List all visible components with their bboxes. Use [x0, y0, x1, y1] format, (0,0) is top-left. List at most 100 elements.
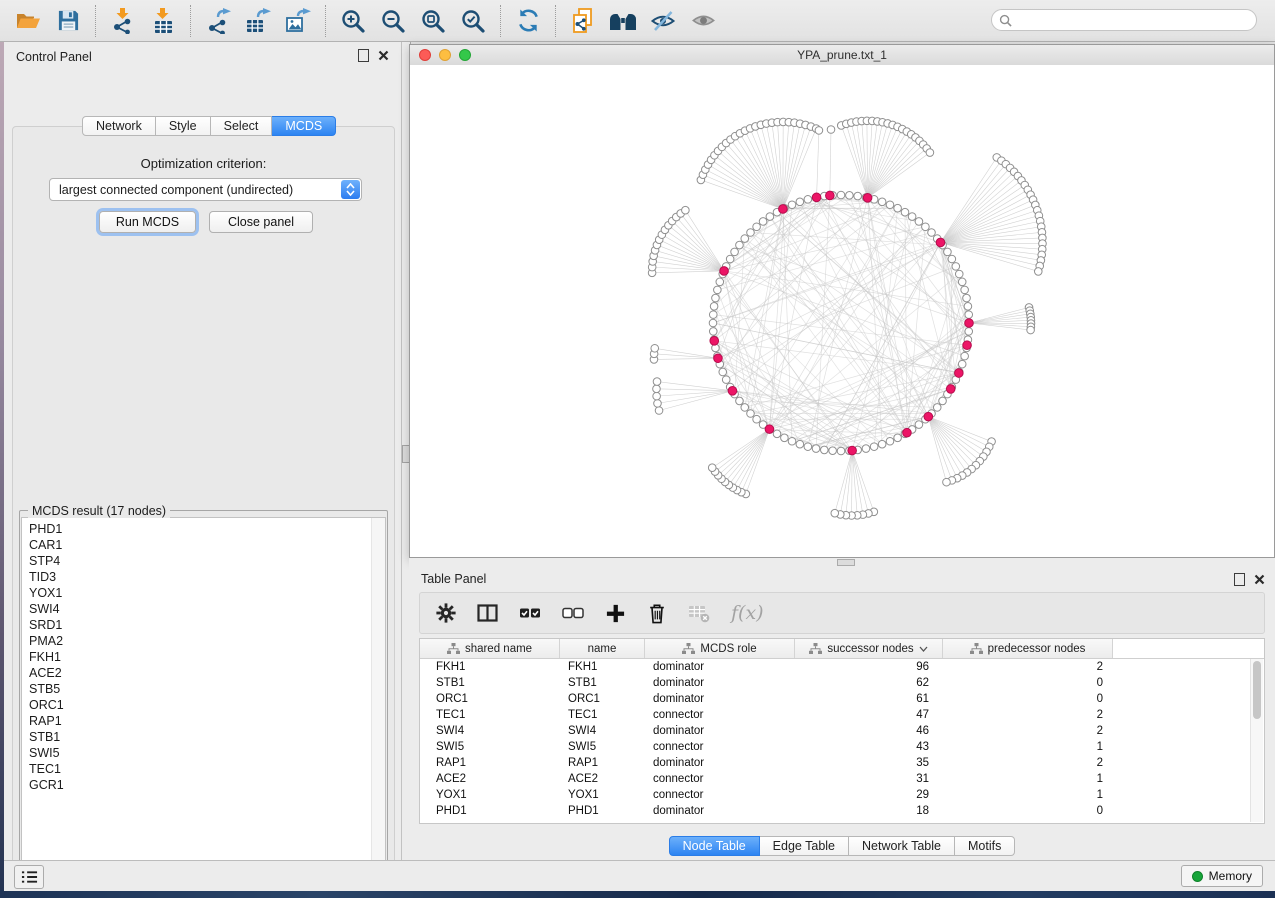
tab-edge-table[interactable]: Edge Table: [760, 836, 849, 856]
mcds-result-item[interactable]: SWI5: [29, 745, 385, 761]
search-input[interactable]: [1012, 12, 1249, 28]
split-panel-icon[interactable]: [477, 603, 498, 623]
mcds-result-item[interactable]: PMA2: [29, 633, 385, 649]
open-file-button[interactable]: [8, 4, 48, 38]
tab-mcds[interactable]: MCDS: [272, 116, 336, 136]
column-header-predecessor-nodes[interactable]: predecessor nodes: [943, 639, 1113, 658]
table-cell: 47: [795, 709, 943, 721]
close-panel-icon[interactable]: [378, 50, 389, 61]
hide-selected-button[interactable]: [643, 4, 683, 38]
tab-style[interactable]: Style: [156, 116, 211, 136]
task-history-button[interactable]: [14, 865, 44, 889]
tab-motifs[interactable]: Motifs: [955, 836, 1015, 856]
column-header-shared-name[interactable]: shared name: [420, 639, 560, 658]
control-panel: Control Panel NetworkStyleSelectMCDS Opt…: [4, 42, 401, 862]
mcds-result-item[interactable]: FKH1: [29, 649, 385, 665]
zoom-in-button[interactable]: [333, 4, 373, 38]
mcds-result-item[interactable]: YOX1: [29, 585, 385, 601]
mcds-result-item[interactable]: ACE2: [29, 665, 385, 681]
mcds-result-item[interactable]: STB1: [29, 729, 385, 745]
memory-button[interactable]: Memory: [1181, 865, 1263, 887]
mcds-list-scrollbar[interactable]: [371, 518, 385, 874]
export-network-icon: [205, 8, 231, 34]
table-cell: STB1: [420, 677, 560, 689]
export-image-button[interactable]: [278, 4, 318, 38]
mcds-result-item[interactable]: SWI4: [29, 601, 385, 617]
zoom-selected-icon: [460, 8, 486, 34]
table-row[interactable]: YOX1YOX1connector291: [420, 787, 1264, 803]
table-row[interactable]: ACE2ACE2connector311: [420, 771, 1264, 787]
table-cell: dominator: [645, 677, 795, 689]
mcds-result-item[interactable]: RAP1: [29, 713, 385, 729]
new-network-from-selection-button[interactable]: [563, 4, 603, 38]
network-window-titlebar[interactable]: YPA_prune.txt_1: [410, 45, 1274, 66]
search-field[interactable]: [991, 9, 1257, 31]
import-table-button[interactable]: [143, 4, 183, 38]
table-cell: FKH1: [560, 661, 645, 673]
scrollbar-thumb[interactable]: [1253, 661, 1261, 719]
table-header-row: shared namenameMCDS rolesuccessor nodesp…: [420, 639, 1264, 659]
close-panel-button[interactable]: Close panel: [209, 211, 313, 233]
eye-icon: [691, 8, 716, 33]
close-panel-icon[interactable]: [1254, 574, 1265, 585]
table-row[interactable]: RAP1RAP1dominator352: [420, 755, 1264, 771]
column-header-MCDS-role[interactable]: MCDS role: [645, 639, 795, 658]
minimize-window-icon[interactable]: [439, 49, 451, 61]
table-body: FKH1FKH1dominator962STB1STB1dominator620…: [420, 659, 1264, 819]
tab-network-table[interactable]: Network Table: [849, 836, 955, 856]
status-bar: Memory: [4, 860, 1275, 891]
zoom-selected-button[interactable]: [453, 4, 493, 38]
mcds-result-item[interactable]: CAR1: [29, 537, 385, 553]
mcds-result-item[interactable]: ORC1: [29, 697, 385, 713]
criterion-dropdown[interactable]: largest connected component (undirected): [49, 178, 362, 201]
table-row[interactable]: TEC1TEC1connector472: [420, 707, 1264, 723]
table-scrollbar[interactable]: [1250, 659, 1263, 822]
float-panel-icon[interactable]: [358, 49, 369, 62]
close-window-icon[interactable]: [419, 49, 431, 61]
export-table-button[interactable]: [238, 4, 278, 38]
table-row[interactable]: STB1STB1dominator620: [420, 675, 1264, 691]
tab-select[interactable]: Select: [211, 116, 273, 136]
tab-network[interactable]: Network: [82, 116, 156, 136]
table-row[interactable]: FKH1FKH1dominator962: [420, 659, 1264, 675]
first-neighbors-button[interactable]: [603, 4, 643, 38]
toolbar-separator: [95, 5, 96, 37]
mcds-result-item[interactable]: TID3: [29, 569, 385, 585]
table-toolbar: f(x): [419, 592, 1265, 634]
refresh-button[interactable]: [508, 4, 548, 38]
zoom-out-button[interactable]: [373, 4, 413, 38]
mcds-result-item[interactable]: TEC1: [29, 761, 385, 777]
table-row[interactable]: SWI4SWI4dominator462: [420, 723, 1264, 739]
maximize-window-icon[interactable]: [459, 49, 471, 61]
delete-column-trash-icon[interactable]: [647, 602, 667, 624]
save-session-button[interactable]: [48, 4, 88, 38]
horizontal-splitter[interactable]: [409, 558, 1275, 566]
run-mcds-button[interactable]: Run MCDS: [99, 211, 196, 233]
float-panel-icon[interactable]: [1234, 573, 1245, 586]
import-network-button[interactable]: [103, 4, 143, 38]
column-header-name[interactable]: name: [560, 639, 645, 658]
table-row[interactable]: SWI5SWI5connector431: [420, 739, 1264, 755]
splitter-grip[interactable]: [837, 559, 855, 566]
table-cell: RAP1: [560, 757, 645, 769]
desktop-wallpaper-bottom: [0, 890, 1275, 898]
mcds-result-item[interactable]: STP4: [29, 553, 385, 569]
network-canvas[interactable]: [410, 65, 1274, 557]
show-all-button[interactable]: [683, 4, 723, 38]
node-table: shared namenameMCDS rolesuccessor nodesp…: [419, 638, 1265, 824]
optimization-criterion-label: Optimization criterion:: [13, 156, 394, 171]
tab-node-table[interactable]: Node Table: [669, 836, 760, 856]
select-all-icon[interactable]: [519, 604, 541, 622]
table-row[interactable]: PHD1PHD1dominator180: [420, 803, 1264, 819]
add-column-icon[interactable]: [605, 603, 626, 624]
mcds-result-item[interactable]: GCR1: [29, 777, 385, 793]
zoom-fit-button[interactable]: [413, 4, 453, 38]
column-settings-gear-icon[interactable]: [436, 603, 456, 623]
table-row[interactable]: ORC1ORC1dominator610: [420, 691, 1264, 707]
mcds-result-item[interactable]: PHD1: [29, 521, 385, 537]
export-network-button[interactable]: [198, 4, 238, 38]
mcds-result-item[interactable]: STB5: [29, 681, 385, 697]
deselect-all-icon[interactable]: [562, 604, 584, 622]
mcds-result-item[interactable]: SRD1: [29, 617, 385, 633]
column-header-successor-nodes[interactable]: successor nodes: [795, 639, 943, 658]
